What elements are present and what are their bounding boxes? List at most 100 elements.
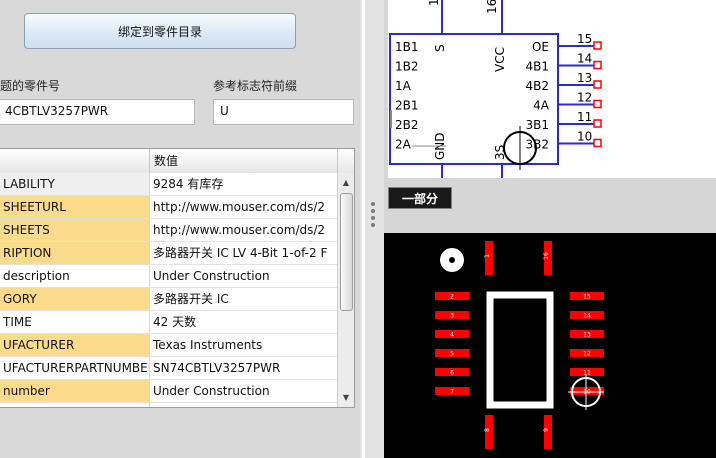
grip-dot <box>371 202 375 206</box>
table-row[interactable]: UFACTURER Texas Instruments <box>0 334 337 357</box>
right-pin-number: 13 <box>577 71 592 85</box>
table-row[interactable]: TIME 42 天数 <box>0 311 337 334</box>
column-header-name[interactable] <box>0 149 150 173</box>
pad-number: 14 <box>583 313 591 320</box>
power-label-s: S <box>433 44 447 52</box>
attribute-value-cell[interactable]: Under Construction <box>150 380 337 402</box>
attribute-name-cell[interactable]: RIPTION <box>0 242 150 264</box>
right-pin-label: 3B2 <box>525 138 549 152</box>
attribute-value-cell[interactable]: 9284 有库存 <box>150 173 337 195</box>
top-pin-number: 1 <box>427 0 441 6</box>
pad-number: 6 <box>450 370 454 377</box>
attribute-value-cell[interactable]: Under Construction <box>150 265 337 287</box>
pad-number: 16 <box>543 252 550 260</box>
part-number-input[interactable]: 4CBTLV3257PWR <box>0 99 195 125</box>
grid-rows: LABILITY 9284 有库存 SHEETURL http://www.mouse… <box>0 173 337 407</box>
vertical-scrollbar[interactable]: ▲ ▼ <box>337 173 354 407</box>
grip-dot <box>371 216 375 220</box>
pad-number: 15 <box>583 294 591 301</box>
right-pin-label: 4B2 <box>525 79 549 93</box>
right-pin-label: OE <box>532 40 549 54</box>
attribute-name-cell[interactable] <box>0 403 150 407</box>
bind-to-catalog-button[interactable]: 绑定到零件目录 <box>24 13 296 49</box>
pad-number: 9 <box>543 428 550 432</box>
attributes-grid: 数值 LABILITY 9284 有库存 SHEETURL http://www.mo… <box>0 148 355 408</box>
pad-number: 7 <box>450 389 454 396</box>
attribute-value-cell[interactable]: 42 天数 <box>150 311 337 333</box>
attribute-value-cell[interactable]: 多路器开关 IC <box>150 288 337 310</box>
table-row[interactable]: UFACTURERPARTNUMBER SN74CBTLV3257PWR <box>0 357 337 380</box>
pad-number: 5 <box>450 351 454 358</box>
pad-number: 3 <box>450 313 454 320</box>
pcb-footprint-view[interactable]: 2 3 4 5 6 7 15 14 13 12 11 10 1 16 8 9 <box>384 233 716 458</box>
left-pin-label: 1B2 <box>395 60 419 74</box>
pad-number: 1 <box>484 254 491 258</box>
right-pin-number: 11 <box>577 110 592 124</box>
power-label-vcc: VCC <box>493 47 507 72</box>
pad-number: 11 <box>583 370 591 377</box>
grip-dot <box>371 223 375 227</box>
right-pin-number: 14 <box>577 52 592 66</box>
scroll-up-icon[interactable]: ▲ <box>338 175 354 191</box>
left-pin-label: 2B1 <box>395 99 419 113</box>
column-header-value[interactable]: 数值 <box>150 149 337 173</box>
attribute-value-cell[interactable]: Texas Instruments <box>150 334 337 356</box>
attribute-value-cell[interactable]: 多路器开关 IC LV 4-Bit 1-of-2 F <box>150 242 337 264</box>
top-pin-number: 16 <box>485 0 499 14</box>
left-pin-label: 2B2 <box>395 118 419 132</box>
right-pin-number: 15 <box>577 32 592 46</box>
attribute-value-cell[interactable]: http://www.mouser.com/ds/2 <box>150 196 337 218</box>
part-properties-panel: 绑定到零件目录 题的零件号 参考标志符前缀 4CBTLV3257PWR U 数值… <box>0 0 360 458</box>
table-row[interactable]: SHEETS http://www.mouser.com/ds/2 <box>0 219 337 242</box>
right-pin-number: 12 <box>577 91 592 105</box>
attribute-value-cell[interactable] <box>150 403 337 407</box>
left-pin-label: 2A <box>395 138 412 152</box>
scroll-corner <box>337 149 354 173</box>
vertical-splitter[interactable] <box>360 0 384 458</box>
pin-end-marker[interactable] <box>593 99 602 109</box>
attribute-value-cell[interactable]: http://www.mouser.com/ds/2 <box>150 219 337 241</box>
table-row[interactable]: LABILITY 9284 有库存 <box>0 173 337 196</box>
attribute-name-cell[interactable]: SHEETURL <box>0 196 150 218</box>
splitter-line <box>362 0 365 458</box>
pcb-canvas: 2345671514131211101 168 9 <box>435 241 604 449</box>
attribute-name-cell[interactable]: SHEETS <box>0 219 150 241</box>
attribute-name-cell[interactable]: number <box>0 380 150 402</box>
pin1-marker-hole <box>449 257 455 263</box>
table-row[interactable]: RIPTION 多路器开关 IC LV 4-Bit 1-of-2 F <box>0 242 337 265</box>
attribute-name-cell[interactable]: LABILITY <box>0 173 150 195</box>
ref-prefix-input[interactable]: U <box>213 99 354 125</box>
pin-end-marker[interactable] <box>593 41 602 50</box>
schematic-canvas: 1 16 S VCC GND 3S 1B11B21A2B12B22A OE154… <box>389 0 602 178</box>
ref-prefix-label: 参考标志符前缀 <box>213 79 298 93</box>
scroll-thumb[interactable] <box>340 193 353 311</box>
right-pin-number: 10 <box>577 130 592 144</box>
scroll-down-icon[interactable]: ▼ <box>338 390 354 406</box>
footprint-tab[interactable]: 一部分 <box>388 187 452 209</box>
attribute-name-cell[interactable]: TIME <box>0 311 150 333</box>
pad-number: 12 <box>583 351 591 358</box>
right-pin-label: 4A <box>533 99 550 113</box>
pin-end-marker[interactable] <box>593 119 602 128</box>
table-row[interactable]: description Under Construction <box>0 265 337 288</box>
pin-end-marker[interactable] <box>593 60 602 70</box>
table-row[interactable]: GORY 多路器开关 IC <box>0 288 337 311</box>
pin-end-marker[interactable] <box>593 80 602 89</box>
body-outline <box>486 291 554 409</box>
right-pin-label: 4B1 <box>525 60 549 74</box>
attribute-name-cell[interactable]: UFACTURER <box>0 334 150 356</box>
pad-number: 2 <box>450 294 454 301</box>
grip-dot <box>371 209 375 213</box>
table-row[interactable] <box>0 403 337 407</box>
table-row[interactable]: number Under Construction <box>0 380 337 403</box>
schematic-symbol-view[interactable]: 1 16 S VCC GND 3S 1B1 1B2 1A 2B1 2B2 2A OE 15 4… <box>388 0 716 178</box>
pad-number: 13 <box>583 332 591 339</box>
right-pin-label: 3B1 <box>525 118 549 132</box>
left-pin-label: 1A <box>395 79 412 93</box>
attribute-name-cell[interactable]: GORY <box>0 288 150 310</box>
attribute-name-cell[interactable]: description <box>0 265 150 287</box>
attribute-value-cell[interactable]: SN74CBTLV3257PWR <box>150 357 337 379</box>
attribute-name-cell[interactable]: UFACTURERPARTNUMBER <box>0 357 150 379</box>
pin-end-marker[interactable] <box>593 138 602 148</box>
table-row[interactable]: SHEETURL http://www.mouser.com/ds/2 <box>0 196 337 219</box>
